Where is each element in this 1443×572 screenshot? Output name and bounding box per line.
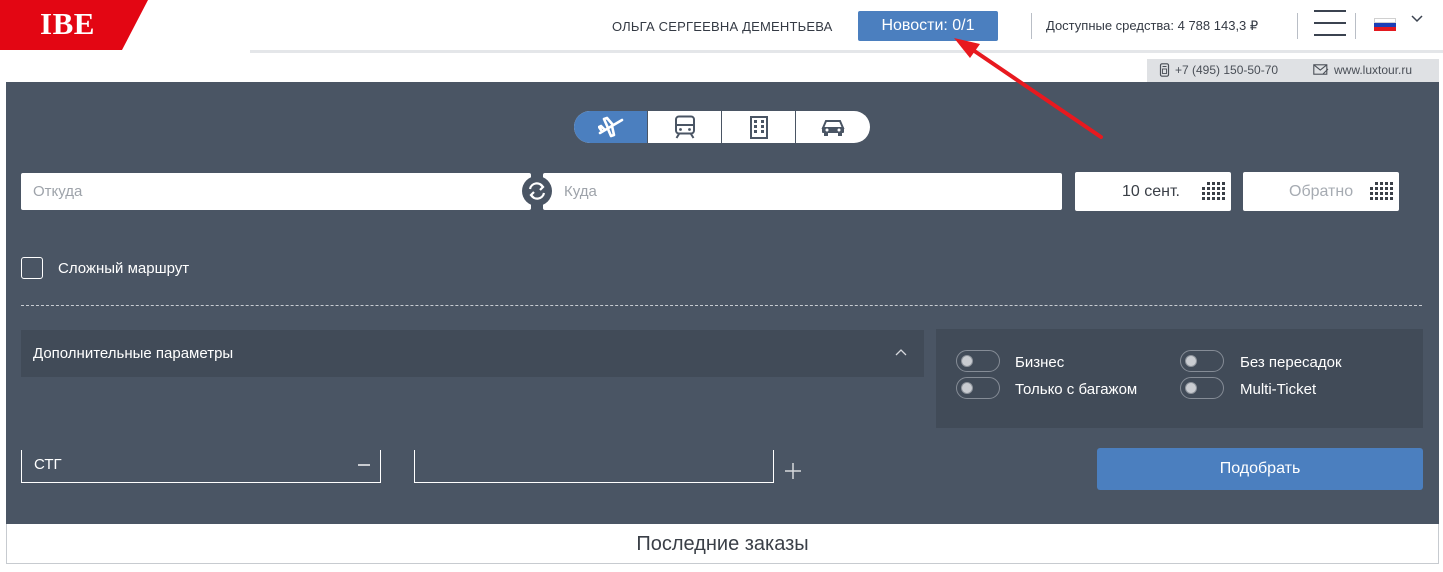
calendar-icon [1370,182,1393,200]
from-input[interactable] [21,173,531,210]
search-button[interactable]: Подобрать [1097,448,1423,490]
contact-website[interactable]: www.luxtour.ru [1334,63,1412,77]
ibe-logo[interactable]: IBE [0,0,148,50]
recent-orders-section: Последние заказы [6,524,1439,564]
option-business-label: Бизнес [1015,354,1065,371]
option-multi-ticket-label: Multi-Ticket [1240,381,1317,398]
complex-route-label: Сложный маршрут [58,260,190,277]
header-separator [1355,13,1356,39]
tab-cars[interactable] [796,111,870,143]
mail-icon [1313,64,1329,75]
logo-text: IBE [40,6,95,41]
train-icon [674,115,695,139]
swap-icon [528,182,546,200]
cabin-class-field[interactable]: СТГ [21,450,381,483]
tab-flights[interactable] [574,111,648,143]
news-button[interactable]: Новости: 0/1 [858,11,998,41]
chevron-down-icon[interactable] [1410,14,1424,24]
option-baggage-label: Только с багажом [1015,381,1138,398]
toggle-business[interactable] [956,350,1000,372]
additional-params-toggle[interactable]: Дополнительные параметры [21,330,924,377]
departure-date-field[interactable]: 10 сент. [1075,172,1231,211]
menu-icon[interactable] [1314,8,1346,38]
recent-orders-title: Последние заказы [636,533,809,555]
cabin-class-value: СТГ [34,456,62,473]
toggle-multi-ticket[interactable] [1180,377,1224,399]
minus-icon[interactable] [358,464,370,466]
complex-route-checkbox[interactable] [21,257,43,279]
chevron-up-icon [895,349,907,356]
tab-trains[interactable] [648,111,722,143]
contact-phone[interactable]: +7 (495) 150-50-70 [1175,63,1278,77]
car-icon [821,120,845,136]
user-name: ОЛЬГА СЕРГЕЕВНА ДЕМЕНТЬЕВА [612,19,833,34]
departure-date: 10 сент. [1122,183,1180,200]
russian-flag-icon[interactable] [1374,18,1396,31]
return-date-placeholder: Обратно [1289,183,1354,200]
tab-hotels[interactable] [722,111,796,143]
to-input[interactable] [543,173,1062,210]
toggle-nonstop[interactable] [1180,350,1224,372]
header-separator [1297,13,1298,39]
toggle-baggage[interactable] [956,377,1000,399]
swap-button[interactable] [522,176,552,206]
available-funds: Доступные средства: 4 788 143,3 ₽ [1046,18,1259,33]
section-divider [21,305,1422,306]
header-divider [250,50,1443,53]
plane-icon [597,116,623,138]
search-options: Бизнес Без пересадок Только с багажом Mu… [936,329,1423,428]
hotel-icon [749,116,768,139]
plus-icon[interactable] [784,462,802,480]
return-date-field[interactable]: Обратно [1243,172,1399,211]
additional-params-label: Дополнительные параметры [33,345,234,362]
contacts-bar: +7 (495) 150-50-70 www.luxtour.ru [1147,59,1439,82]
header-separator [1031,13,1032,39]
calendar-icon [1202,182,1225,200]
option-nonstop-label: Без пересадок [1240,354,1342,371]
transport-mode-tabs [574,111,870,143]
extra-field[interactable] [414,450,774,483]
phone-icon [1159,63,1170,77]
